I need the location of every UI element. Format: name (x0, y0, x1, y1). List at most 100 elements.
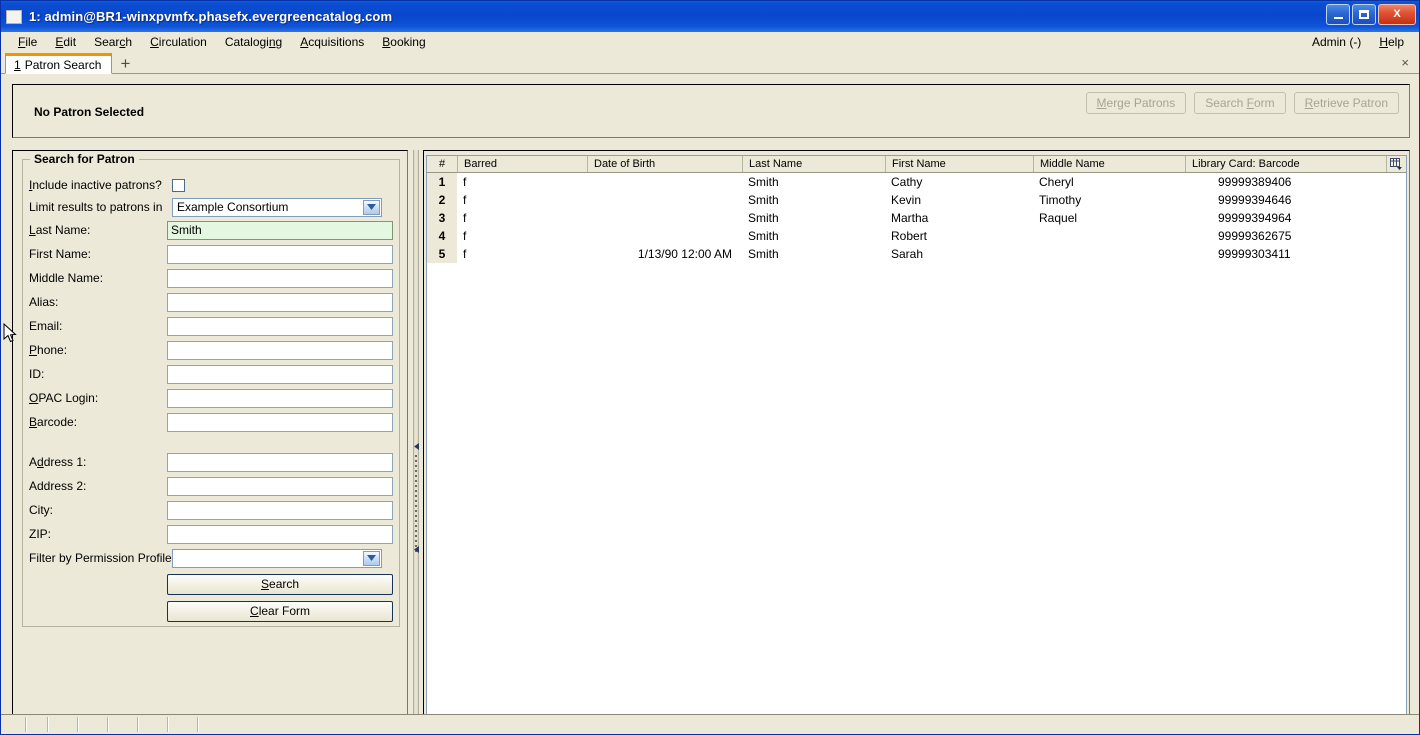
splitter-collapse-right-icon[interactable] (413, 545, 419, 554)
grid-column-header-last_name[interactable]: Last Name (742, 156, 885, 172)
email-label: Email: (29, 319, 63, 333)
grid-cell-barred: f (463, 229, 467, 243)
grid-cell-barred: f (463, 193, 467, 207)
table-row[interactable]: 2 f Smith Kevin Timothy 99999394646 (427, 191, 1406, 209)
field-address-1: Address 1: (29, 452, 393, 472)
field-opac-login: OPAC Login: (29, 388, 393, 408)
retrieve-patron-button[interactable]: Retrieve Patron (1293, 92, 1399, 114)
menu-circulation[interactable]: Circulation (141, 33, 216, 51)
limit-results-select[interactable]: Example Consortium (172, 197, 382, 217)
field-email: Email: (29, 316, 393, 336)
chevron-down-icon (363, 199, 380, 215)
grid-column-label: # (438, 158, 446, 170)
grid-cell-last_name: Smith (748, 229, 779, 243)
barcode-label: Barcode: (29, 415, 78, 429)
tab-bar: 1 Patron Search + × (1, 52, 1419, 74)
search-button[interactable]: Search (167, 573, 393, 595)
menu-acquisitions[interactable]: Acquisitions (291, 33, 373, 51)
table-row[interactable]: 4 f Smith Robert 99999362675 (427, 227, 1406, 245)
tab-label: Patron Search (24, 57, 102, 72)
grid-body: 1 f Smith Cathy Cheryl 99999389406 2 f Smith Kevi… (427, 173, 1406, 263)
grid-header-row: # Barred Date of Birth Last Name First Name M… (427, 156, 1406, 173)
column-picker-icon[interactable] (1386, 156, 1406, 172)
field-city: City: (29, 500, 393, 520)
grid-cell-num: 2 (427, 191, 457, 209)
grid-cell-middle_name: Cheryl (1039, 175, 1074, 189)
new-tab-button[interactable]: + (112, 53, 138, 74)
table-row[interactable]: 5 f 1/13/90 12:00 AM Smith Sarah 99999303411 (427, 245, 1406, 263)
splitter-grip[interactable] (415, 455, 417, 555)
middle-name-input[interactable] (166, 268, 393, 288)
window-controls: X (1326, 4, 1416, 25)
limit-results-label: Limit results to patrons in (29, 200, 163, 214)
grid-column-header-barred[interactable]: Barred (457, 156, 587, 172)
grid-column-header-num[interactable]: # (427, 156, 457, 172)
panel-splitter[interactable] (409, 150, 423, 714)
address-2-input[interactable] (166, 476, 393, 496)
grid-cell-middle_name (1033, 227, 1185, 245)
id-input[interactable] (166, 364, 393, 384)
menu-edit[interactable]: Edit (46, 33, 85, 51)
tab-patron-search[interactable]: 1 Patron Search (5, 53, 113, 74)
grid-cell-first_name: Martha (891, 211, 929, 225)
close-tab-icon[interactable]: × (1401, 55, 1409, 70)
field-limit-results: Limit results to patrons in Example Cons… (29, 197, 393, 217)
last-name-input[interactable] (166, 220, 393, 240)
grid-cell-middle_name: Raquel (1039, 211, 1078, 225)
patron-results-grid: # Barred Date of Birth Last Name First Name M… (426, 155, 1407, 714)
menu-admin[interactable]: Admin (-) (1303, 33, 1370, 51)
phone-input[interactable] (166, 340, 393, 360)
address-1-input[interactable] (166, 452, 393, 472)
grid-cell-num: 4 (427, 227, 457, 245)
include-inactive-checkbox[interactable] (172, 178, 185, 192)
grid-column-header-middle_name[interactable]: Middle Name (1033, 156, 1185, 172)
city-input[interactable] (166, 500, 393, 520)
minimize-button[interactable] (1326, 4, 1350, 25)
opac-login-input[interactable] (166, 388, 393, 408)
grid-cell-middle_name: Timothy (1039, 193, 1082, 207)
grid-column-header-dob[interactable]: Date of Birth (587, 156, 742, 172)
grid-cell-num: 5 (427, 245, 457, 263)
opac-login-label: OPAC Login: (29, 391, 99, 405)
alias-input[interactable] (166, 292, 393, 312)
search-button-row: Search (29, 573, 393, 595)
search-form-button[interactable]: Search Form (1194, 92, 1286, 114)
window-title: 1: admin@BR1-winxpvmfx.phasefx.evergreen… (29, 9, 393, 24)
search-group-legend: Search for Patron (30, 152, 139, 166)
menu-booking[interactable]: Booking (373, 33, 434, 51)
field-first-name: First Name: (29, 244, 393, 264)
menu-help[interactable]: Help (1370, 33, 1413, 51)
field-address-2: Address 2: (29, 476, 393, 496)
close-button[interactable]: X (1378, 4, 1416, 25)
search-panel: Search for Patron Include inactive patro… (12, 150, 408, 714)
grid-cell-middle_name (1033, 245, 1185, 263)
grid-column-label: Library Card: Barcode (1192, 158, 1300, 170)
grid-cell-first_name: Robert (891, 229, 928, 243)
splitter-collapse-left-icon[interactable] (413, 442, 419, 451)
menu-cataloging[interactable]: Cataloging (216, 33, 291, 51)
table-row[interactable]: 1 f Smith Cathy Cheryl 99999389406 (427, 173, 1406, 191)
menu-bar-right: Admin (-) Help (1303, 32, 1413, 52)
merge-patrons-button[interactable]: Merge Patrons (1085, 92, 1187, 114)
search-for-patron-group: Search for Patron Include inactive patro… (22, 152, 400, 627)
barcode-input[interactable] (166, 412, 393, 432)
permission-profile-select[interactable] (172, 548, 382, 568)
grid-cell-dob (587, 191, 742, 209)
table-row[interactable]: 3 f Smith Martha Raquel 99999394964 (427, 209, 1406, 227)
field-alias: Alias: (29, 292, 393, 312)
first-name-input[interactable] (166, 244, 393, 264)
menu-search[interactable]: Search (85, 33, 141, 51)
grid-cell-first_name: Sarah (891, 247, 924, 261)
zip-input[interactable] (166, 524, 393, 544)
email-input[interactable] (166, 316, 393, 336)
grid-column-header-barcode[interactable]: Library Card: Barcode (1185, 156, 1388, 172)
grid-column-header-first_name[interactable]: First Name (885, 156, 1033, 172)
menu-file[interactable]: File (9, 33, 46, 51)
grid-column-label: Middle Name (1040, 158, 1105, 170)
menu-bar: File Edit Search Circulation Cataloging … (1, 32, 1419, 52)
patron-status-text: No Patron Selected (34, 105, 145, 119)
grid-cell-first_name: Kevin (891, 193, 922, 207)
grid-cell-barcode: 99999362675 (1218, 229, 1292, 243)
maximize-button[interactable] (1352, 4, 1376, 25)
clear-form-button[interactable]: Clear Form (167, 600, 393, 622)
